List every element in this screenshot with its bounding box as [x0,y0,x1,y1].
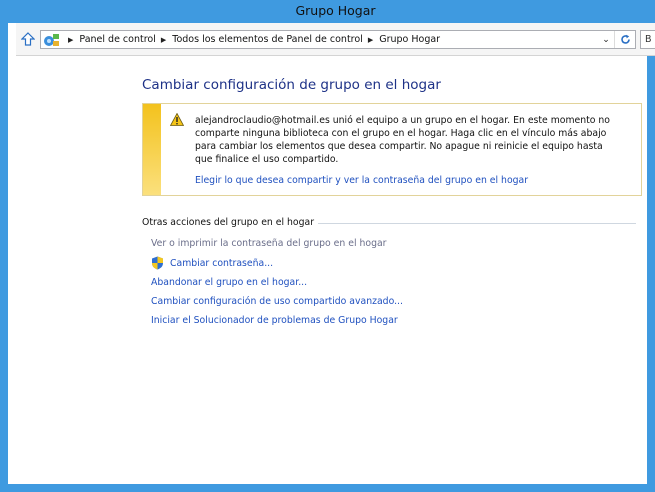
notification-banner: alejandroclaudio@hotmail.es unió el equi… [142,103,642,196]
task-label: Cambiar contraseña... [170,257,274,269]
breadcrumb-item-control-panel[interactable]: Panel de control [79,34,155,45]
title-bar[interactable]: Grupo Hogar [8,0,655,23]
notification-text: alejandroclaudio@hotmail.es unió el equi… [195,115,610,165]
control-panel-icon [44,34,59,46]
section-heading: Otras acciones del grupo en el hogar [142,217,319,228]
breadcrumb-item-all-items[interactable]: Todos los elementos de Panel de control [172,34,363,45]
address-bar[interactable]: ▶ Panel de control ▶ Todos los elementos… [40,30,636,49]
view-print-password-link[interactable]: Ver o imprimir la contraseña del grupo e… [151,238,387,249]
up-arrow-button[interactable] [20,31,36,47]
chevron-right-icon[interactable]: ▶ [368,36,373,44]
refresh-button[interactable] [614,31,635,48]
leave-homegroup-link[interactable]: Abandonar el grupo en el hogar... [151,277,307,288]
breadcrumb-item-homegroup[interactable]: Grupo Hogar [379,34,440,45]
homegroup-window: Grupo Hogar ▶ Panel de control ▶ Todos l… [0,0,655,492]
task-label: Ver o imprimir la contraseña del grupo e… [151,238,387,249]
advanced-sharing-settings-link[interactable]: Cambiar configuración de uso compartido … [151,296,403,307]
chevron-right-icon[interactable]: ▶ [68,36,73,44]
refresh-icon [620,34,630,44]
task-label: Iniciar el Solucionador de problemas de … [151,315,398,326]
warning-color-bar [143,104,161,195]
choose-what-to-share-link[interactable]: Elegir lo que desea compartir y ver la c… [195,175,528,186]
breadcrumb: ▶ Panel de control ▶ Todos los elementos… [63,31,440,48]
page-title: Cambiar configuración de grupo en el hog… [142,77,441,93]
uac-shield-icon [152,256,163,270]
address-history-dropdown[interactable]: ⌄ [599,31,613,48]
address-row: ▶ Panel de control ▶ Todos los elementos… [16,23,655,56]
main-content: Cambiar configuración de grupo en el hog… [16,56,655,484]
chevron-right-icon[interactable]: ▶ [161,36,166,44]
up-arrow-icon [21,32,35,46]
search-input[interactable]: B [640,30,655,49]
window-title: Grupo Hogar [295,3,376,18]
task-label: Cambiar configuración de uso compartido … [151,296,403,307]
change-password-link[interactable]: Cambiar contraseña... [151,256,273,270]
homegroup-troubleshooter-link[interactable]: Iniciar el Solucionador de problemas de … [151,315,398,326]
warning-icon [170,113,184,126]
chevron-down-icon: ⌄ [602,34,610,45]
task-label: Abandonar el grupo en el hogar... [151,277,308,288]
